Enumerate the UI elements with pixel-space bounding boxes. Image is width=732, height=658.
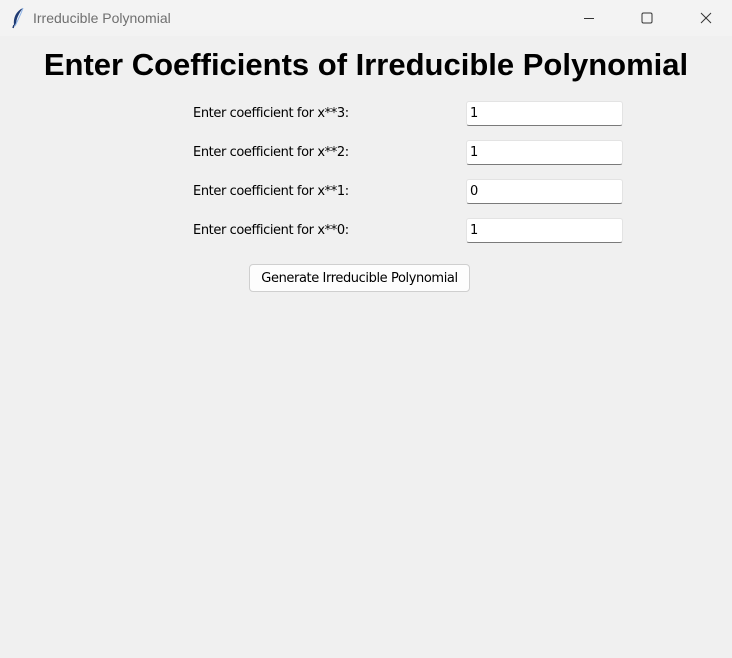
page-heading: Enter Coefficients of Irreducible Polyno…	[43, 47, 689, 82]
minimize-button[interactable]	[566, 0, 612, 36]
coefficient-label-x0: Enter coefficient for x**0:	[193, 223, 349, 238]
coefficient-input-x1[interactable]	[466, 179, 623, 204]
generate-polynomial-button[interactable]: Generate Irreducible Polynomial	[249, 264, 470, 292]
app-window: Irreducible Polynomial Enter Coefficient…	[0, 0, 732, 658]
maximize-icon	[641, 12, 653, 24]
coefficient-label-x2: Enter coefficient for x**2:	[193, 145, 349, 160]
title-bar[interactable]: Irreducible Polynomial	[0, 0, 732, 36]
coefficient-input-x2[interactable]	[466, 140, 623, 165]
feather-icon	[12, 7, 24, 29]
coefficient-input-x0[interactable]	[466, 218, 623, 243]
maximize-button[interactable]	[624, 0, 670, 36]
close-button[interactable]	[683, 0, 729, 36]
window-title: Irreducible Polynomial	[33, 10, 171, 26]
coefficient-input-x3[interactable]	[466, 101, 623, 126]
coefficient-label-x3: Enter coefficient for x**3:	[193, 106, 349, 121]
close-icon	[700, 12, 712, 24]
coefficient-label-x1: Enter coefficient for x**1:	[193, 184, 349, 199]
minimize-icon	[584, 18, 594, 19]
